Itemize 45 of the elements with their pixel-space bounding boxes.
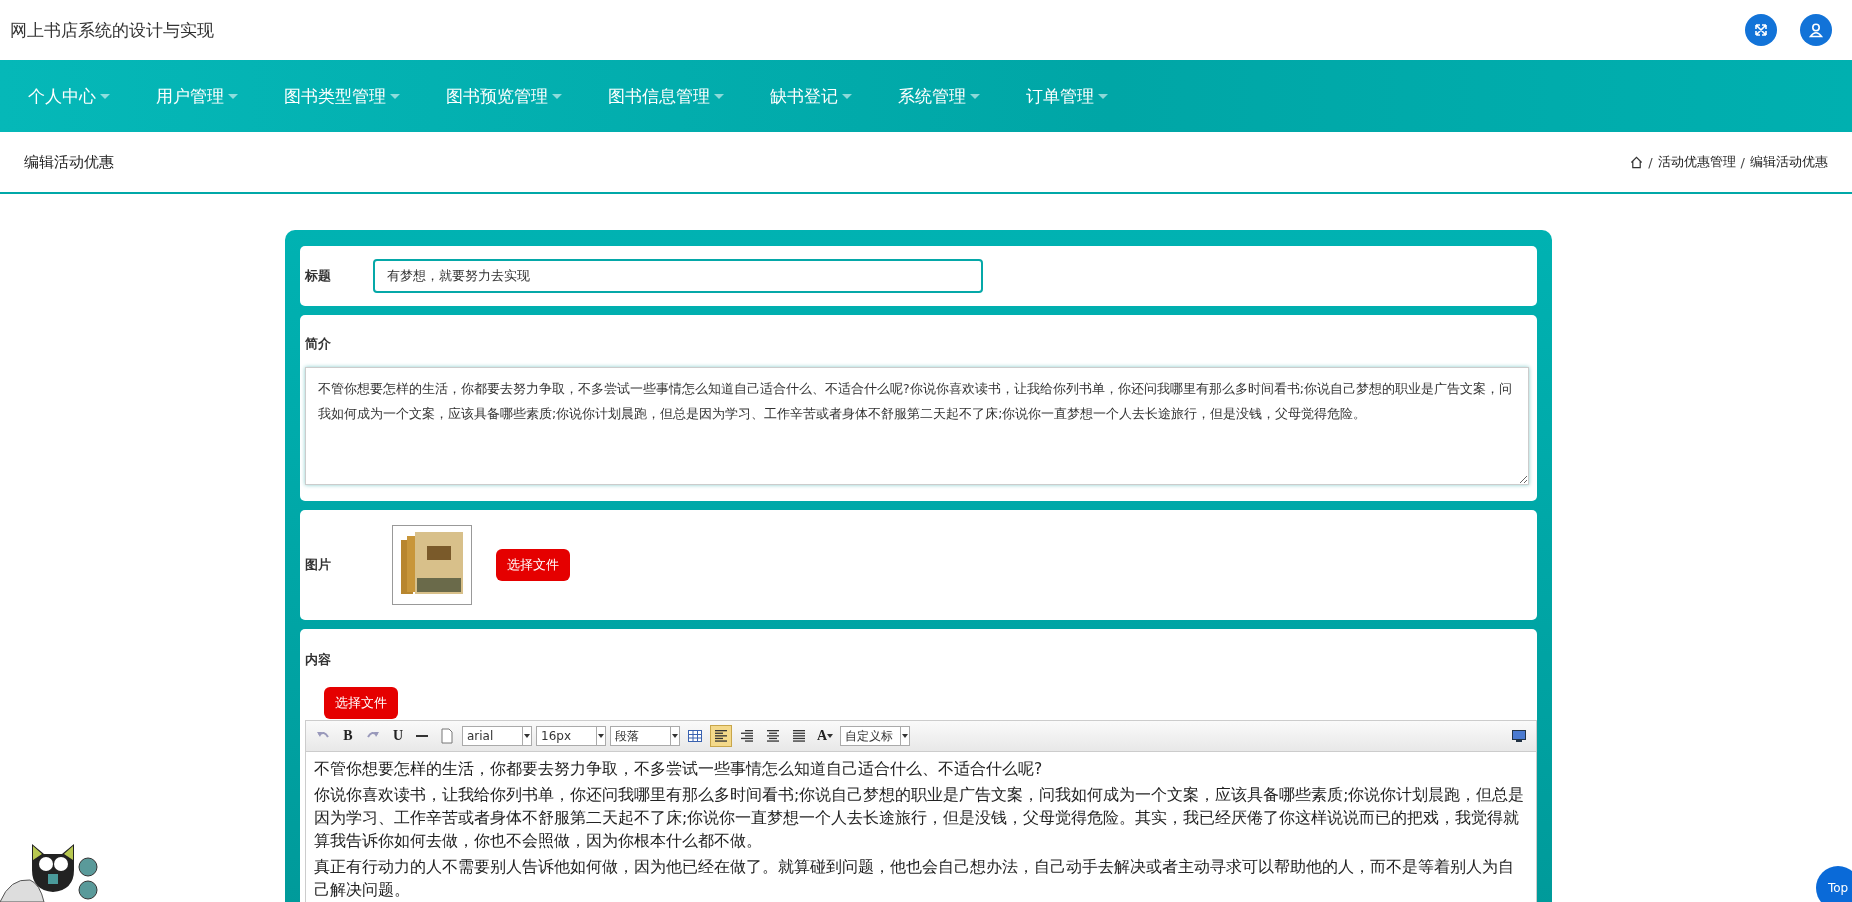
intro-textarea[interactable]: 不管你想要怎样的生活，你都要去努力争取，不多尝试一些事情怎么知道自己适合什么、不适合什么呢?你说你喜欢读书，让我给你列书单，你还问我哪里有那么多时间看书;你说自己梦想的职业是广告文案，问我如何成为一个文案，应该具备哪些素质;你说你计划晨跑，但总是因为学习、工作辛苦或者身体不舒服第二天起不了床;你说你一直梦想一个人去长途旅行，但是没钱，父母觉得危险。 bbox=[305, 367, 1529, 485]
nav-menu-item[interactable]: 缺书登记 bbox=[746, 84, 874, 108]
editor-dropdown[interactable]: arial bbox=[462, 726, 532, 746]
align-icon bbox=[713, 728, 729, 744]
align-icon bbox=[765, 728, 781, 744]
editor-dropdown[interactable]: 自定义标 bbox=[840, 726, 911, 746]
back-to-top-button[interactable]: Top bbox=[1816, 866, 1852, 902]
breadcrumb-link[interactable]: 活动优惠管理 bbox=[1657, 153, 1736, 171]
home-icon[interactable] bbox=[1630, 155, 1644, 169]
align-icon bbox=[791, 728, 807, 744]
user-button[interactable] bbox=[1800, 14, 1832, 46]
nav-menu-item[interactable]: 订单管理 bbox=[1002, 84, 1130, 108]
document-icon bbox=[439, 728, 455, 744]
title-input[interactable]: 有梦想，就要努力去实现 bbox=[373, 259, 983, 293]
field-label: 图片 bbox=[305, 556, 332, 574]
fullscreen-icon bbox=[1753, 22, 1769, 38]
editor-paragraph: 不管你想要怎样的生活，你都要去努力争取，不多尝试一些事情怎么知道自己适合什么、不适合什么呢? bbox=[314, 759, 1044, 780]
format-button[interactable]: B bbox=[338, 725, 358, 747]
align-icon bbox=[739, 728, 755, 744]
nav-menu-item[interactable]: 图书信息管理 bbox=[584, 84, 746, 108]
nav-menu-item[interactable]: 系统管理 bbox=[874, 84, 1002, 108]
table-icon bbox=[687, 728, 703, 744]
breadcrumb-separator: / bbox=[1740, 154, 1745, 170]
choose-file-button[interactable]: 选择文件 bbox=[496, 549, 570, 581]
editor-dropdown[interactable]: 段落 bbox=[610, 726, 680, 746]
field-label: 简介 bbox=[305, 335, 332, 353]
font-color-button[interactable]: A bbox=[814, 725, 837, 747]
horizontal-line-icon bbox=[416, 735, 428, 737]
nav-menu-item[interactable]: 图书类型管理 bbox=[260, 84, 422, 108]
editor-paragraph: 你说你喜欢读书，让我给你列书单，你还问我哪里有那么多时间看书;你说自己梦想的职业是广告文案，问我如何成为一个文案，应该具备哪些素质;你说你计划晨跑，但总是因为学习、工作辛苦或者身体不舒服第二天起不了床;你说你一直梦想一个人去长途旅行，但是没钱，父母觉得危险。其实，我已经厌倦了你这样说说而已的把戏，我觉得就算我告诉你如何去做，你也不会照做，因为你根本什么都不做。 bbox=[314, 785, 1526, 852]
breadcrumb-separator: / bbox=[1648, 154, 1653, 170]
monitor-icon bbox=[1511, 728, 1527, 744]
user-icon bbox=[1808, 22, 1824, 38]
breadcrumb-current: 编辑活动优惠 bbox=[1750, 153, 1828, 171]
fullscreen-button[interactable] bbox=[1745, 14, 1777, 46]
page-title: 编辑活动优惠 bbox=[24, 152, 114, 172]
app-title: 网上书店系统的设计与实现 bbox=[10, 18, 214, 42]
format-button[interactable]: U bbox=[388, 725, 408, 747]
align-button[interactable] bbox=[710, 725, 732, 747]
editor-dropdown[interactable]: 16px bbox=[536, 726, 606, 746]
field-label: 内容 bbox=[305, 651, 332, 669]
nav-menu-item[interactable]: 图书预览管理 bbox=[422, 84, 584, 108]
editor-paragraph: 真正有行动力的人不需要别人告诉他如何做，因为他已经在做了。就算碰到问题，他也会自己想办法，自己动手去解决或者主动寻求可以帮助他的人，而不是等着别人为自己解决问题。 bbox=[314, 857, 1515, 901]
choose-file-button[interactable]: 选择文件 bbox=[324, 687, 398, 719]
field-label: 标题 bbox=[305, 267, 332, 285]
